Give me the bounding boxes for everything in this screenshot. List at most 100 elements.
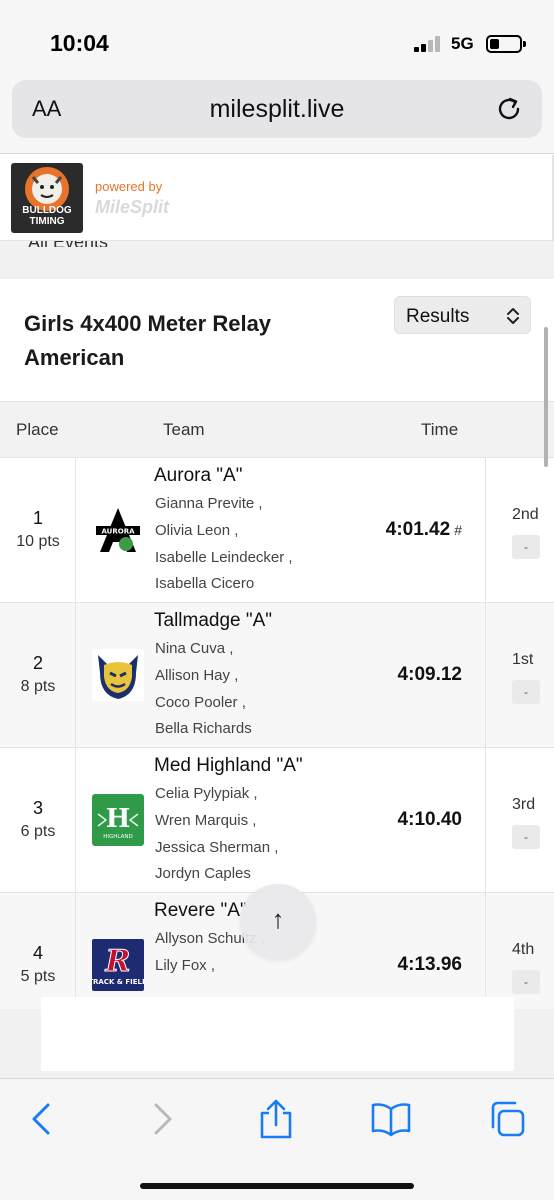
status-time: 10:04 [50,30,109,56]
chevron-updown-icon [507,308,519,324]
time-mark: # [454,522,462,538]
heat-place: 2nd [512,506,539,523]
share-icon[interactable] [256,1099,296,1139]
table-row[interactable]: 1 10 pts AURORA Aurora "A" Gianna Previt… [0,457,554,604]
place-number: 3 [32,798,43,818]
heat-place: 4th [512,941,535,958]
reload-icon[interactable] [494,94,524,124]
view-select-value: Results [406,306,470,327]
tabs-icon[interactable] [487,1099,527,1139]
place-points: 6 pts [20,823,56,840]
athlete-name[interactable]: Bella Richards [155,720,252,737]
team-name[interactable]: Aurora "A" [154,465,242,487]
revere-logo-letter: R [105,944,131,979]
time-value: 4:13.96 [356,954,462,976]
athlete-name[interactable]: Jessica Sherman , [155,839,278,856]
dash-badge: - [512,825,540,849]
highland-logo-icon: H HIGHLAND [92,794,144,846]
athlete-name[interactable]: Coco Pooler , [155,694,246,711]
status-bar: 10:04 5G [0,0,554,70]
header-time[interactable]: Time [421,420,458,440]
place-points: 5 pts [20,968,56,985]
highland-logo-letter: H [106,804,131,834]
heat-cell: 4th - [485,893,554,1009]
time-value: 4:01.42 # [356,519,462,541]
home-indicator[interactable] [140,1183,414,1189]
dash-badge: - [512,680,540,704]
time-text: 4:09.12 [397,664,462,685]
dash-badge: - [512,535,540,559]
heat-cell: 3rd - [485,748,554,894]
scrollbar[interactable] [544,327,548,467]
events-link-partial[interactable]: All Events [28,241,108,247]
header-place[interactable]: Place [16,420,59,440]
event-title: Girls 4x400 Meter Relay American [24,307,354,375]
battery-icon [486,35,522,53]
scroll-to-top-button[interactable]: ↑ [240,884,316,960]
header-team[interactable]: Team [163,420,205,440]
place-points: 10 pts [16,533,60,550]
milesplit-brand[interactable]: MileSplit [95,197,169,218]
view-select[interactable]: Results [394,296,531,334]
bookmarks-icon[interactable] [371,1099,411,1139]
signal-strength-icon [414,36,446,52]
powered-by-label: powered by [95,179,163,194]
place-number: 4 [32,943,43,963]
time-text: 4:01.42 [385,519,451,540]
place-points: 8 pts [20,678,56,695]
place-number: 2 [32,653,43,673]
place-number: 1 [32,508,43,528]
team-name[interactable]: Med Highland "A" [154,755,303,777]
heat-cell: 2nd - [485,458,554,604]
table-row[interactable]: 2 8 pts Tallmadge "A" Nina Cuva , Alliso… [0,602,554,749]
place-cell: 4 5 pts [0,893,76,1009]
team-name[interactable]: Revere "A" [154,900,247,922]
athlete-name[interactable]: Nina Cuva , [155,640,233,657]
bulldog-timing-logo[interactable]: BULLDOG TIMING [11,163,83,233]
network-type: 5G [451,34,474,53]
heat-cell: 1st - [485,603,554,749]
event-division: American [24,345,125,370]
forward-icon[interactable] [142,1099,182,1139]
time-value: 4:10.40 [356,809,462,831]
time-text: 4:13.96 [397,954,462,975]
revere-logo-icon: R TRACK & FIELD [92,939,144,991]
athlete-name[interactable]: Olivia Leon , [155,522,238,539]
results-table-header: Place Team Time [0,401,554,457]
team-name[interactable]: Tallmadge "A" [154,610,272,632]
url-text[interactable]: milesplit.live [12,95,542,124]
athlete-name[interactable]: Isabella Cicero [155,575,254,592]
aurora-logo-icon: AURORA [92,504,144,556]
dash-badge: - [512,970,540,994]
browser-address-area: AA milesplit.live [0,70,554,154]
highland-logo-text: HIGHLAND [103,834,132,840]
heat-place: 3rd [512,796,536,813]
event-name: Girls 4x400 Meter Relay [24,311,272,336]
battery-cap [523,41,526,47]
athlete-name[interactable]: Isabelle Leindecker , [155,549,293,566]
table-row[interactable]: 3 6 pts H HIGHLAND Med Highland "A" Celi… [0,747,554,894]
athlete-name[interactable]: Wren Marquis , [155,812,256,829]
time-text: 4:10.40 [397,809,462,830]
athlete-name[interactable]: Allison Hay , [155,667,238,684]
heat-place: 1st [512,651,534,668]
revere-logo-text: TRACK & FIELD [92,978,144,986]
place-cell: 3 6 pts [0,748,76,894]
arrow-up-icon: ↑ [271,904,285,934]
place-cell: 1 10 pts [0,458,76,604]
athlete-name[interactable]: Celia Pylypiak , [155,785,258,802]
back-icon[interactable] [22,1099,62,1139]
athlete-name[interactable]: Lily Fox , [155,957,215,974]
address-bar[interactable]: AA milesplit.live [12,80,542,138]
tallmadge-logo-icon [92,649,144,701]
time-value: 4:09.12 [356,664,462,686]
athlete-name[interactable]: Gianna Previte , [155,495,263,512]
ad-banner[interactable] [41,997,514,1071]
logo-text: BULLDOG TIMING [22,205,72,227]
place-cell: 2 8 pts [0,603,76,749]
athlete-name[interactable]: Jordyn Caples [155,865,251,882]
browser-toolbar [0,1078,554,1200]
site-header: BULLDOG TIMING powered by MileSplit [0,155,554,241]
bulldog-icon [25,167,69,211]
aurora-logo-text: AURORA [101,528,135,536]
